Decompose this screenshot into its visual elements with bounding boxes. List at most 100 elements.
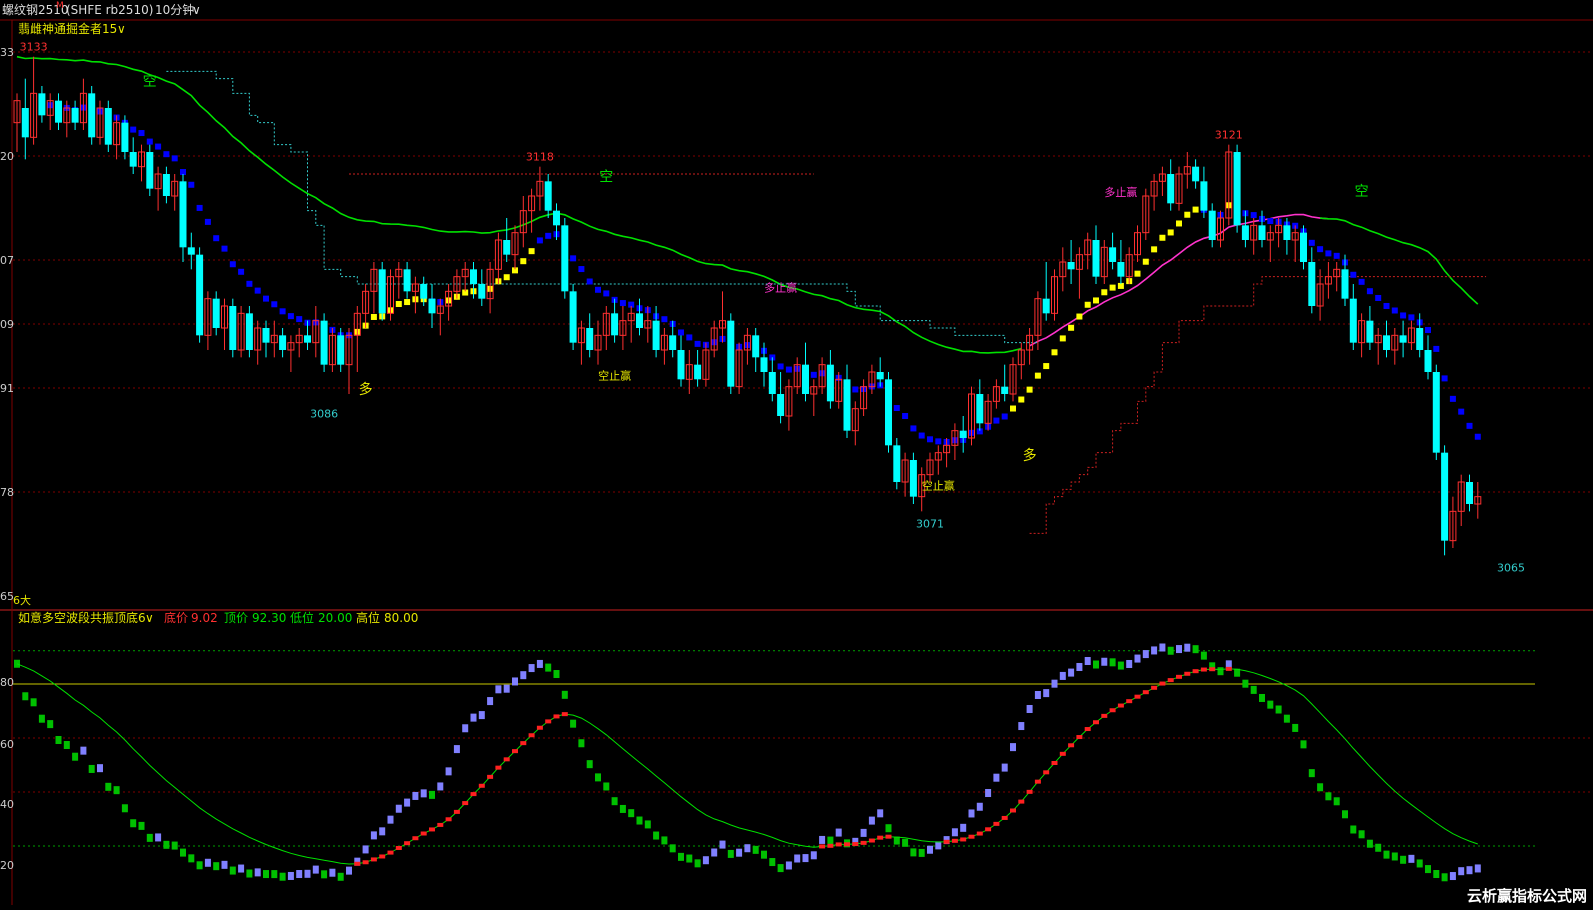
signal-up-block (1134, 694, 1141, 699)
oscillator-block (204, 858, 211, 867)
main-indicator-name[interactable]: 翡雌神通掘金者15 (18, 21, 117, 36)
candle-body (893, 445, 901, 482)
candle-body (1042, 298, 1050, 314)
y-tick-label: 33 (0, 46, 14, 59)
signal-up-block (1043, 770, 1050, 775)
trend-block (910, 425, 917, 432)
oscillator-block (1333, 797, 1340, 806)
trend-block (404, 299, 411, 306)
oscillator-block (1093, 660, 1099, 669)
oscillator-block (644, 820, 651, 829)
trend-block (1151, 246, 1158, 253)
trend-block (1358, 278, 1365, 285)
candle-body (378, 269, 386, 314)
oscillator-block (1466, 866, 1473, 875)
trend-block (1466, 422, 1473, 429)
signal-up-block (844, 842, 850, 847)
oscillator-block (304, 869, 311, 878)
signal-up-block (852, 842, 859, 847)
candle-body (553, 210, 560, 226)
oscillator-block (1292, 723, 1299, 732)
trend-block (1317, 246, 1324, 253)
candle-body (1067, 262, 1075, 270)
trend-block (1043, 363, 1050, 370)
signal-up-block (885, 834, 892, 839)
chevron-down-icon[interactable]: ∨ (117, 22, 126, 36)
signal-up-block (1068, 743, 1075, 748)
candle-body (752, 335, 760, 358)
candle-body (544, 181, 552, 211)
chart-area[interactable]: 33 20 07 09 91 78 65 80 60 40 20 3133 311… (0, 0, 1593, 910)
oscillator-block (885, 824, 892, 833)
oscillator-block (321, 870, 328, 879)
oscillator-block (196, 861, 203, 870)
oscillator-block (121, 804, 128, 813)
oscillator-block (346, 866, 352, 875)
candle-body (71, 108, 79, 123)
oscillator-block (794, 854, 801, 863)
trend-block (902, 413, 909, 420)
candle-body (478, 284, 486, 299)
signal-label: 多止赢 (764, 280, 797, 294)
oscillator-block (1300, 740, 1307, 749)
oscillator-block (238, 864, 245, 873)
oscillator-block (1441, 873, 1448, 882)
trend-block (1109, 284, 1116, 291)
legend-label-high: 高位 (356, 610, 380, 625)
signal-up-block (420, 831, 427, 836)
trend-block (1400, 312, 1407, 319)
oscillator-block (711, 848, 718, 857)
signal-label: 多 (359, 381, 373, 398)
signal-up-block (1225, 666, 1232, 671)
signal-up-block (437, 822, 444, 827)
trend-block (1034, 372, 1041, 379)
oscillator-block (910, 848, 917, 857)
oscillator-block (254, 868, 261, 877)
chevron-down-icon[interactable]: ∨ (145, 611, 154, 625)
oscillator-block (1001, 763, 1008, 772)
oscillator-block (188, 854, 195, 863)
candle-body (262, 328, 270, 343)
candle-body (470, 269, 477, 284)
oscillator-block (1391, 852, 1398, 861)
trend-block (1001, 413, 1008, 420)
oscillator-block (918, 848, 925, 857)
candle-body (802, 364, 809, 394)
oscillator-block (968, 809, 975, 818)
oscillator-block (362, 845, 369, 854)
oscillator-block (462, 724, 469, 733)
signal-line (16, 663, 1478, 865)
trend-block (893, 405, 900, 412)
candle-body (1258, 225, 1266, 240)
legend-label-low: 低位 (290, 610, 314, 625)
price-label: 3118 (526, 151, 554, 164)
oscillator-block (1317, 783, 1324, 792)
candle-body (1233, 152, 1241, 226)
oscillator-block (570, 719, 577, 728)
oscillator-block (736, 848, 743, 857)
oscillator-block (960, 823, 967, 832)
oscillator-block (1018, 722, 1025, 731)
candle-body (420, 284, 428, 299)
oscillator-block (1366, 839, 1373, 848)
candle-body (1167, 174, 1175, 204)
candle-body (245, 313, 253, 350)
oscillator-block (1283, 714, 1290, 723)
trend-block (1093, 297, 1099, 304)
candle-body (1441, 452, 1449, 541)
oscillator-block (802, 854, 809, 863)
sub-indicator-name[interactable]: 如意多空波段共振顶底6 (18, 610, 146, 625)
trend-block (271, 301, 278, 308)
signal-up-block (412, 836, 419, 841)
signal-up-block (827, 843, 834, 848)
trend-block (229, 261, 236, 268)
signal-up-block (1084, 727, 1091, 732)
signal-up-block (453, 809, 460, 814)
signal-up-block (835, 842, 842, 847)
signal-up-block (536, 725, 543, 730)
trend-block (1076, 313, 1083, 320)
y-tick-label: 65 (0, 590, 14, 603)
oscillator-block (1084, 657, 1091, 666)
oscillator-block (503, 684, 510, 693)
oscillator-block (38, 714, 45, 723)
